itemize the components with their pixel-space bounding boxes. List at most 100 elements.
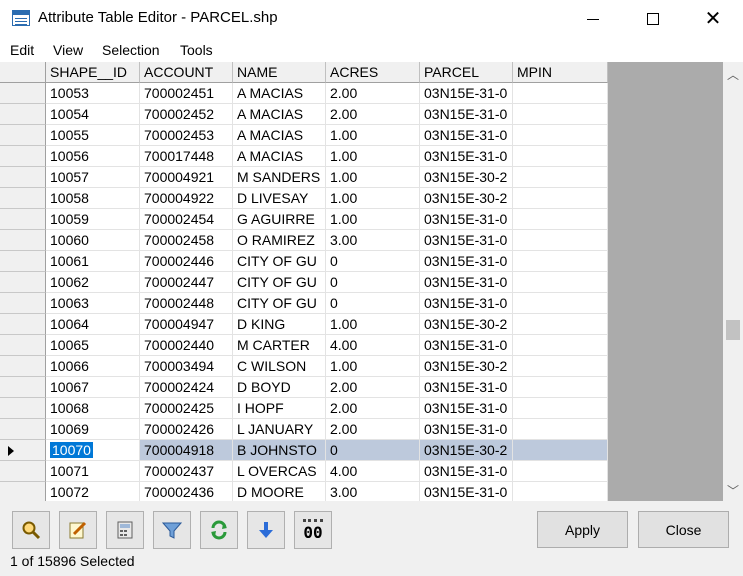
cell-parcel[interactable]: 03N15E-31-0 [420, 83, 513, 104]
cell-acres[interactable]: 2.00 [326, 377, 420, 398]
cell-name[interactable]: CITY OF GU [233, 293, 326, 314]
cell-shape-id[interactable]: 10064 [46, 314, 140, 335]
cell-acres[interactable]: 1.00 [326, 356, 420, 377]
cell-shape-id[interactable]: 10062 [46, 272, 140, 293]
cell-shape-id[interactable]: 10067 [46, 377, 140, 398]
cell-mpin[interactable] [513, 356, 608, 377]
cell-mpin[interactable] [513, 146, 608, 167]
cell-name[interactable]: A MACIAS [233, 83, 326, 104]
cell-acres[interactable]: 2.00 [326, 104, 420, 125]
row-header[interactable] [0, 461, 46, 482]
row-header[interactable] [0, 83, 46, 104]
cell-parcel[interactable]: 03N15E-31-0 [420, 146, 513, 167]
cell-parcel[interactable]: 03N15E-31-0 [420, 482, 513, 501]
cell-mpin[interactable] [513, 230, 608, 251]
cell-acres[interactable]: 2.00 [326, 83, 420, 104]
row-header[interactable] [0, 188, 46, 209]
cell-parcel[interactable]: 03N15E-31-0 [420, 377, 513, 398]
cell-mpin[interactable] [513, 293, 608, 314]
column-header-name[interactable]: NAME [233, 62, 326, 83]
cell-parcel[interactable]: 03N15E-31-0 [420, 230, 513, 251]
cell-account[interactable]: 700004921 [140, 167, 233, 188]
close-button[interactable]: Close [638, 511, 729, 548]
row-header[interactable] [0, 272, 46, 293]
refresh-button[interactable] [200, 511, 238, 549]
cell-account[interactable]: 700002447 [140, 272, 233, 293]
cell-mpin[interactable] [513, 209, 608, 230]
row-header[interactable] [0, 125, 46, 146]
cell-account[interactable]: 700002454 [140, 209, 233, 230]
cell-name[interactable]: O RAMIREZ [233, 230, 326, 251]
scroll-thumb[interactable] [726, 320, 740, 340]
table-row[interactable]: 10063 700002448 CITY OF GU 0 03N15E-31-0 [0, 293, 608, 314]
cell-acres[interactable]: 4.00 [326, 461, 420, 482]
cell-account[interactable]: 700002446 [140, 251, 233, 272]
cell-account[interactable]: 700004922 [140, 188, 233, 209]
cell-mpin[interactable] [513, 314, 608, 335]
column-header-acres[interactable]: ACRES [326, 62, 420, 83]
table-row[interactable]: 10069 700002426 L JANUARY 2.00 03N15E-31-0 [0, 419, 608, 440]
cell-account[interactable]: 700004918 [140, 440, 233, 461]
cell-name[interactable]: G AGUIRRE [233, 209, 326, 230]
row-header[interactable] [0, 356, 46, 377]
table-row[interactable]: 10059 700002454 G AGUIRRE 1.00 03N15E-31-0 [0, 209, 608, 230]
menu-tools[interactable]: Tools [180, 42, 213, 58]
minimize-button[interactable] [570, 0, 616, 38]
calculate-button[interactable] [106, 511, 144, 549]
cell-parcel[interactable]: 03N15E-30-2 [420, 314, 513, 335]
cell-shape-id[interactable]: 10055 [46, 125, 140, 146]
cell-mpin[interactable] [513, 83, 608, 104]
vertical-scrollbar[interactable]: ︿ ﹀ [723, 62, 743, 501]
cell-account[interactable]: 700002440 [140, 335, 233, 356]
cell-name[interactable]: CITY OF GU [233, 251, 326, 272]
cell-shape-id[interactable]: 10054 [46, 104, 140, 125]
cell-mpin[interactable] [513, 440, 608, 461]
row-header[interactable] [0, 419, 46, 440]
close-window-button[interactable]: ✕ [690, 0, 736, 38]
filter-button[interactable] [153, 511, 191, 549]
maximize-button[interactable] [630, 0, 676, 38]
table-row[interactable]: 10060 700002458 O RAMIREZ 3.00 03N15E-31-0 [0, 230, 608, 251]
row-header[interactable] [0, 146, 46, 167]
table-row[interactable]: 10054 700002452 A MACIAS 2.00 03N15E-31-0 [0, 104, 608, 125]
row-header[interactable] [0, 251, 46, 272]
apply-button[interactable]: Apply [537, 511, 628, 548]
cell-acres[interactable]: 4.00 [326, 335, 420, 356]
table-row[interactable]: 10057 700004921 M SANDERS 1.00 03N15E-30-2 [0, 167, 608, 188]
row-header[interactable] [0, 398, 46, 419]
cell-shape-id[interactable]: 10061 [46, 251, 140, 272]
cell-name[interactable]: M SANDERS [233, 167, 326, 188]
menu-view[interactable]: View [53, 42, 83, 58]
cell-parcel[interactable]: 03N15E-31-0 [420, 272, 513, 293]
cell-acres[interactable]: 3.00 [326, 482, 420, 501]
cell-account[interactable]: 700002452 [140, 104, 233, 125]
row-header[interactable] [0, 104, 46, 125]
column-header-mpin[interactable]: MPIN [513, 62, 608, 83]
cell-account[interactable]: 700002437 [140, 461, 233, 482]
table-row[interactable]: 10072 700002436 D MOORE 3.00 03N15E-31-0 [0, 482, 608, 501]
cell-account[interactable]: 700002426 [140, 419, 233, 440]
table-row[interactable]: 10070 700004918 B JOHNSTO 0 03N15E-30-2 [0, 440, 608, 461]
cell-acres[interactable]: 1.00 [326, 167, 420, 188]
cell-acres[interactable]: 1.00 [326, 188, 420, 209]
cell-name[interactable]: D LIVESAY [233, 188, 326, 209]
cell-name[interactable]: D KING [233, 314, 326, 335]
cell-shape-id[interactable]: 10069 [46, 419, 140, 440]
cell-mpin[interactable] [513, 272, 608, 293]
cell-acres[interactable]: 0 [326, 293, 420, 314]
cell-account[interactable]: 700002424 [140, 377, 233, 398]
cell-account[interactable]: 700002448 [140, 293, 233, 314]
cell-parcel[interactable]: 03N15E-31-0 [420, 398, 513, 419]
scroll-down-icon[interactable]: ﹀ [727, 482, 739, 499]
cell-mpin[interactable] [513, 167, 608, 188]
move-down-button[interactable] [247, 511, 285, 549]
cell-account[interactable]: 700002458 [140, 230, 233, 251]
cell-name[interactable]: D MOORE [233, 482, 326, 501]
row-header[interactable] [0, 230, 46, 251]
cell-shape-id[interactable]: 10059 [46, 209, 140, 230]
table-row[interactable]: 10056 700017448 A MACIAS 1.00 03N15E-31-0 [0, 146, 608, 167]
cell-shape-id[interactable]: 10072 [46, 482, 140, 501]
cell-shape-id[interactable]: 10057 [46, 167, 140, 188]
row-header[interactable] [0, 440, 46, 461]
row-header[interactable] [0, 314, 46, 335]
